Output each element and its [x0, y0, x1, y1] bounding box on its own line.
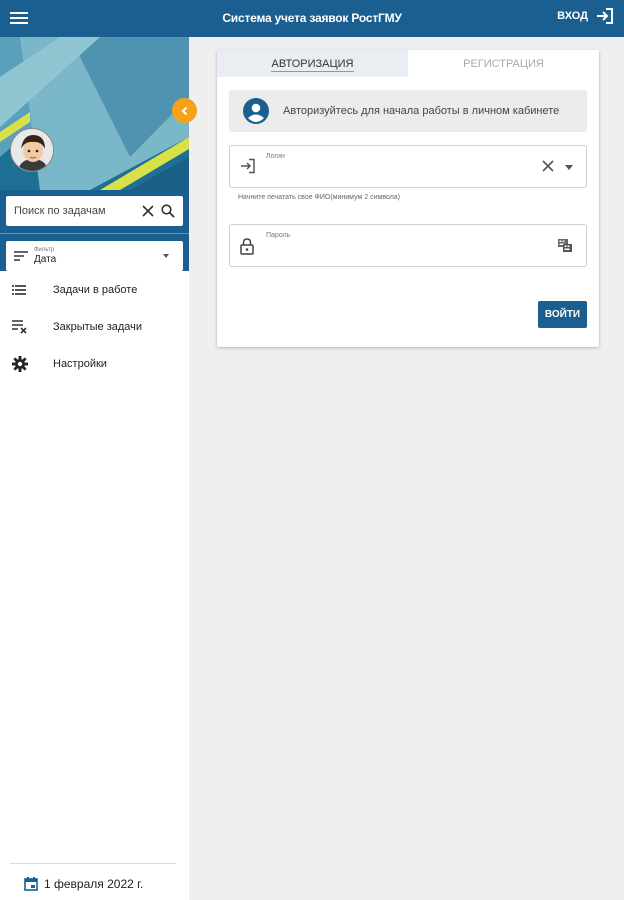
login-label: Логин	[266, 153, 285, 160]
login-enter-icon	[241, 158, 255, 174]
account-circle-icon	[243, 98, 269, 124]
list-icon	[12, 282, 32, 298]
top-app-bar: Система учета заявок РостГМУ ВХОД	[0, 0, 624, 37]
footer-divider	[10, 863, 176, 864]
search-box	[6, 196, 183, 226]
collapse-sidebar-button[interactable]	[172, 98, 197, 123]
lock-icon	[240, 238, 254, 255]
login-button[interactable]: ВХОД	[557, 8, 614, 24]
filter-divider	[0, 233, 189, 234]
sidebar-item-label: Закрытые задачи	[53, 320, 143, 333]
gear-icon	[12, 355, 32, 372]
app-title: Система учета заявок РостГМУ	[222, 11, 402, 25]
auth-card: АВТОРИЗАЦИЯ РЕГИСТРАЦИЯ Авторизуйтесь дл…	[217, 50, 599, 347]
notice-text: Авторизуйтесь для начала работы в личном…	[283, 105, 560, 117]
sidebar-item-tasks-in-progress[interactable]: Задачи в работе	[0, 271, 189, 308]
filter-lines-icon	[14, 251, 28, 261]
virtual-keyboard-icon[interactable]	[558, 239, 572, 252]
login-icon	[597, 8, 613, 24]
dropdown-arrow-icon	[163, 254, 169, 258]
filter-caption: Фильтр	[34, 246, 55, 253]
tab-authorization[interactable]: АВТОРИЗАЦИЯ	[217, 50, 408, 77]
sidebar-item-label: Задачи в работе	[53, 283, 138, 296]
search-icon[interactable]	[161, 204, 175, 218]
password-input[interactable]	[266, 243, 516, 255]
avatar-icon	[11, 129, 53, 171]
avatar[interactable]	[10, 128, 54, 172]
date-text: 1 февраля 2022 г.	[44, 877, 144, 891]
auth-tabs: АВТОРИЗАЦИЯ РЕГИСТРАЦИЯ	[217, 50, 599, 77]
sidebar-item-settings[interactable]: Настройки	[0, 345, 189, 382]
login-label: ВХОД	[557, 10, 588, 22]
filter-dropdown[interactable]: Фильтр Дата	[6, 241, 183, 271]
submit-login-button[interactable]: ВОЙТИ	[538, 301, 587, 328]
search-input[interactable]	[14, 205, 138, 217]
hamburger-menu-icon[interactable]	[10, 9, 30, 27]
current-date: 1 февраля 2022 г.	[24, 877, 143, 891]
profile-banner	[0, 37, 189, 190]
password-field: Пароль	[229, 224, 587, 267]
sidebar-item-closed-tasks[interactable]: Закрытые задачи	[0, 308, 189, 345]
password-label: Пароль	[266, 232, 291, 239]
filter-value: Дата	[34, 253, 57, 265]
clear-login-icon[interactable]	[542, 160, 554, 172]
login-hint: Начните печатать свое ФИО(минимум 2 симв…	[238, 194, 401, 201]
clear-search-icon[interactable]	[142, 205, 154, 217]
sidebar-item-label: Настройки	[53, 357, 107, 370]
clear-list-icon	[12, 319, 32, 335]
sidebar: Фильтр Дата Задачи в работе Закрытые зад…	[0, 37, 197, 900]
calendar-icon	[24, 877, 38, 891]
login-dropdown-arrow-icon[interactable]	[565, 165, 573, 170]
tab-registration[interactable]: РЕГИСТРАЦИЯ	[408, 50, 599, 77]
chevron-left-icon	[181, 106, 187, 115]
search-filter-panel: Фильтр Дата	[0, 190, 189, 271]
login-input[interactable]	[266, 164, 516, 176]
login-field: Логин	[229, 145, 587, 188]
auth-notice: Авторизуйтесь для начала работы в личном…	[229, 90, 587, 132]
